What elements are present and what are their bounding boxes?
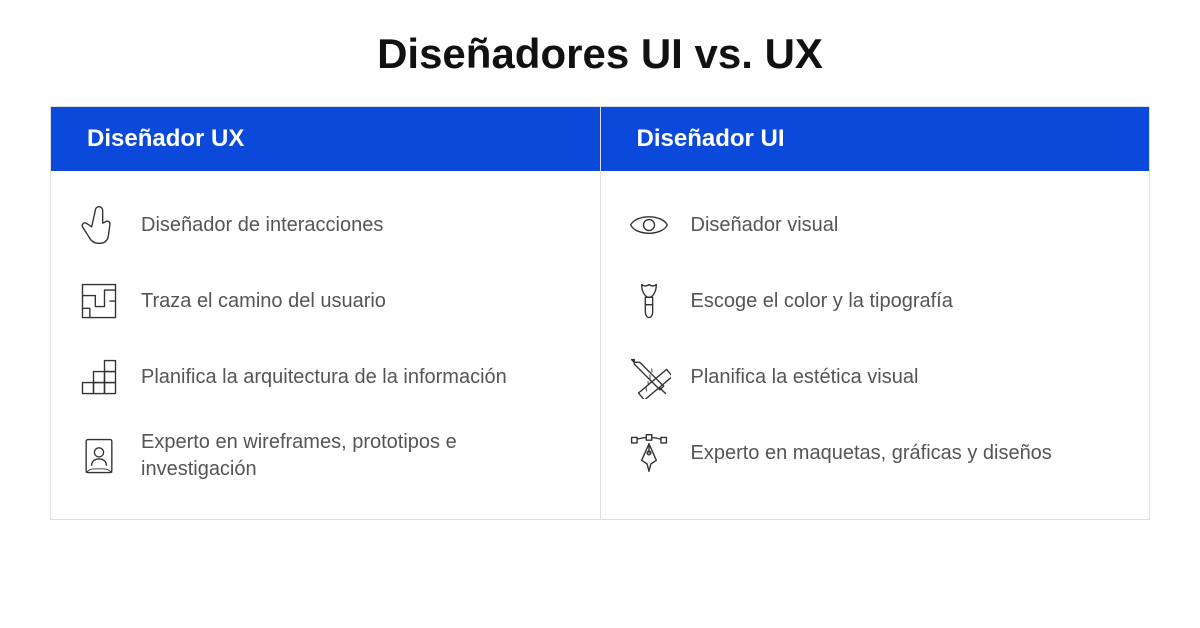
list-item-label: Diseñador de interacciones <box>141 212 383 239</box>
id-document-icon <box>75 432 123 480</box>
list-item: Traza el camino del usuario <box>75 277 576 325</box>
list-item-label: Diseñador visual <box>691 212 839 239</box>
list-item: Experto en maquetas, gráficas y diseños <box>625 429 1126 477</box>
vector-pen-icon <box>625 429 673 477</box>
list-item: Planifica la estética visual <box>625 353 1126 401</box>
pointer-hand-icon <box>75 201 123 249</box>
list-item: Diseñador visual <box>625 201 1126 249</box>
maze-icon <box>75 277 123 325</box>
column-header-ux: Diseñador UX <box>51 107 600 171</box>
list-item-label: Escoge el color y la tipografía <box>691 288 953 315</box>
list-item: Planifica la arquitectura de la informac… <box>75 353 576 401</box>
list-item-label: Experto en wireframes, prototipos e inve… <box>141 429 576 483</box>
list-item-label: Planifica la estética visual <box>691 364 919 391</box>
list-item: Diseñador de interacciones <box>75 201 576 249</box>
list-item-label: Traza el camino del usuario <box>141 288 386 315</box>
column-ui: Diseñador UI Diseñador visual <box>601 107 1150 519</box>
list-item-label: Experto en maquetas, gráficas y diseños <box>691 440 1052 467</box>
list-item-label: Planifica la arquitectura de la informac… <box>141 364 507 391</box>
page-title: Diseñadores UI vs. UX <box>50 30 1150 78</box>
comparison-table: Diseñador UX Diseñador de interacciones <box>50 106 1150 520</box>
column-body-ui: Diseñador visual Escoge el color y la ti… <box>601 171 1150 513</box>
column-body-ux: Diseñador de interacciones Traza el cami… <box>51 171 600 519</box>
list-item: Experto en wireframes, prototipos e inve… <box>75 429 576 483</box>
brush-icon <box>625 277 673 325</box>
list-item: Escoge el color y la tipografía <box>625 277 1126 325</box>
column-ux: Diseñador UX Diseñador de interacciones <box>51 107 601 519</box>
column-header-ui: Diseñador UI <box>601 107 1150 171</box>
blocks-icon <box>75 353 123 401</box>
ruler-pencil-icon <box>625 353 673 401</box>
eye-icon <box>625 201 673 249</box>
